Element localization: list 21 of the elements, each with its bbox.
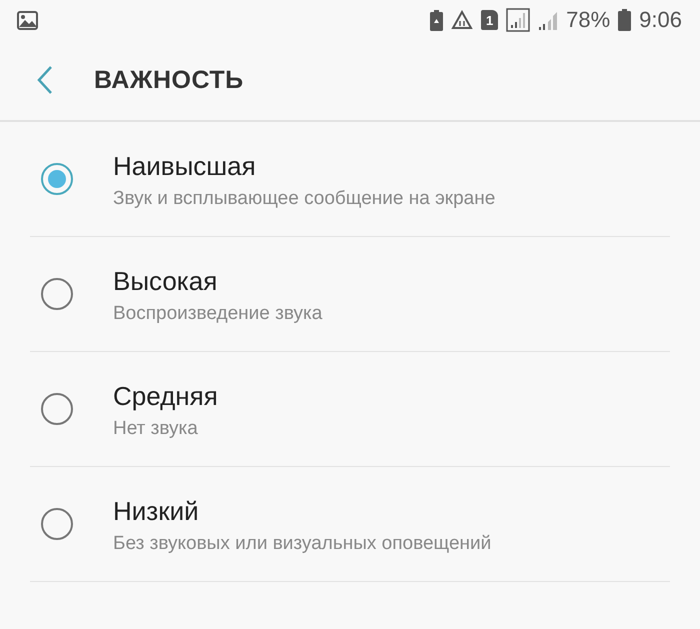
option-title: Низкий xyxy=(113,496,200,526)
option-description: Воспроизведение звука xyxy=(113,302,322,324)
gallery-icon xyxy=(17,10,38,30)
sim-icon: 1 xyxy=(481,10,498,30)
option-description: Звук и всплывающее сообщение на экране xyxy=(113,188,496,210)
signal-icon xyxy=(506,8,530,32)
option-title: Высокая xyxy=(113,266,218,296)
battery-saver-icon xyxy=(430,10,444,30)
option-description: Нет звука xyxy=(113,418,199,440)
option-title: Средняя xyxy=(113,380,218,412)
radio-button[interactable] xyxy=(41,163,73,195)
option-description: Без звуковых или визуальных оповещений xyxy=(113,532,492,554)
radio-button[interactable] xyxy=(41,278,73,310)
radio-button[interactable] xyxy=(41,393,73,425)
clock: 9:06 xyxy=(639,7,682,33)
back-button[interactable] xyxy=(36,65,54,95)
battery-percent: 78% xyxy=(566,7,610,33)
screen-title: ВАЖНОСТЬ xyxy=(94,66,244,94)
battery-icon xyxy=(618,9,632,31)
option-title: Наивысшая xyxy=(113,150,257,182)
radio-button[interactable] xyxy=(41,508,73,540)
